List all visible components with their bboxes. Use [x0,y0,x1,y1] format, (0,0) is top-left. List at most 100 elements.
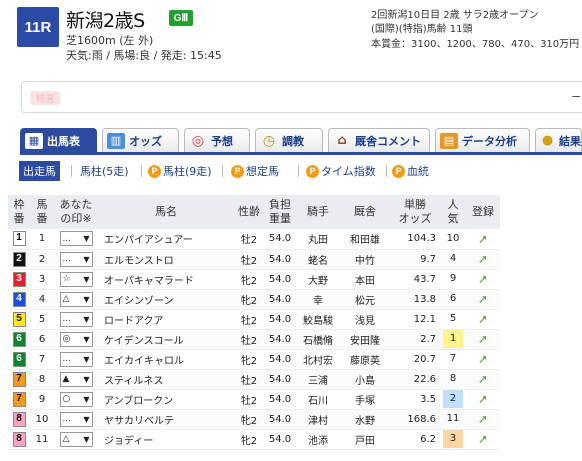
trainer-link[interactable]: 水野 [340,409,390,430]
waku-badge: 3 [12,271,26,287]
mark-dropdown[interactable]: △ ▼ [59,291,93,307]
table-row: 6 6 ◎ ▼ ケイデンスコール 牡2 54.0 石橋脩 安田隆 2.7 1 ➚ [8,329,500,350]
mark-cell: ○ ▼ [54,389,98,410]
register-horse-icon[interactable]: ➚ [478,352,488,366]
trainer-link[interactable]: 本田 [340,269,390,290]
tab-choukyou[interactable]: ◷ 調教 [255,128,323,152]
horse-name-link[interactable]: スティルネス [98,369,234,390]
trainer-link[interactable]: 浅見 [340,309,390,330]
umaban-cell: 11 [30,429,54,450]
register-horse-icon[interactable]: ➚ [478,232,488,246]
trainer-link[interactable]: 和田雄 [340,229,390,250]
register-horse-icon[interactable]: ➚ [478,412,488,426]
weight-cell: 54.0 [264,249,296,270]
jockey-link[interactable]: 石橋脩 [296,329,340,350]
odds-cell: 2.7 [390,329,440,350]
table-row: 7 8 ▲ ▼ スティルネス 牡2 54.0 三浦 小島 22.6 8 ➚ [8,369,500,390]
chart-icon: ▥ [107,132,125,149]
jockey-link[interactable]: 丸田 [296,229,340,250]
mark-dropdown[interactable]: ◎ ▼ [59,331,93,347]
horse-name-link[interactable]: ヤサカリベルテ [98,409,234,430]
horse-name-link[interactable]: エルモンストロ [98,249,234,270]
popularity-cell: 1 [440,329,466,350]
register-cell: ➚ [466,429,500,450]
tab-shutuba[interactable]: ▦ 出馬表 [20,128,97,152]
tab-stable-comment[interactable]: ⌂ 厩舎コメント [328,128,430,152]
waku-cell: 2 [8,249,30,270]
subnav-pedigree[interactable]: P 血統 [392,161,429,181]
subnav-shussouba[interactable]: 出走馬 [19,161,60,181]
jockey-link[interactable]: 三浦 [296,369,340,390]
subnav-umabashira-5[interactable]: 馬柱(5走) [80,161,129,181]
dropdown-arrow-icon: ▼ [83,434,90,444]
jockey-link[interactable]: 津村 [296,409,340,430]
mark-dropdown[interactable]: ... ▼ [59,411,93,427]
popularity-value: 10 [446,232,460,244]
mark-dropdown[interactable]: ○ ▼ [59,391,93,407]
mark-dropdown[interactable]: ... ▼ [59,311,93,327]
subnav-souteiba[interactable]: P 想定馬 [231,161,279,181]
jockey-link[interactable]: 池添 [296,429,340,450]
register-cell: ➚ [466,309,500,330]
mark-dropdown[interactable]: △ ▼ [59,431,93,447]
register-horse-icon[interactable]: ➚ [478,272,488,286]
register-horse-icon[interactable]: ➚ [478,292,488,306]
subnav-time-index[interactable]: P タイム指数 [306,161,376,181]
jockey-link[interactable]: 北村宏 [296,349,340,370]
trainer-link[interactable]: 松元 [340,289,390,310]
trainer-link[interactable]: 小島 [340,369,390,390]
horse-name-link[interactable]: ケイデンスコール [98,329,234,350]
register-horse-icon[interactable]: ➚ [478,432,488,446]
horse-name-link[interactable]: エイシンゾーン [98,289,234,310]
weight-cell: 54.0 [264,429,296,450]
mark-dropdown[interactable]: ☆ ▼ [59,271,93,287]
mark-value: ... [62,314,72,324]
register-horse-icon[interactable]: ➚ [478,312,488,326]
horse-name-link[interactable]: ロードアクア [98,309,234,330]
sex-age-cell: 牡2 [234,229,264,250]
mark-dropdown[interactable]: ... ▼ [59,231,93,247]
table-row: 8 10... ▼ ヤサカリベルテ 牝2 54.0 津村 水野 168.6 11 ➚ [8,409,500,430]
register-horse-icon[interactable]: ➚ [478,392,488,406]
register-horse-icon[interactable]: ➚ [478,332,488,346]
header-sex-age: 性齢 [234,195,264,229]
waku-cell: 1 [8,229,30,250]
mark-dropdown[interactable]: ... ▼ [59,351,93,367]
trainer-link[interactable]: 中竹 [340,249,390,270]
horse-name-link[interactable]: ジョディー [98,429,234,450]
horse-name-link[interactable]: エイカイキャロル [98,349,234,370]
tab-result[interactable]: ● 結果 [535,128,582,152]
jockey-link[interactable]: 石川 [296,389,340,410]
trainer-link[interactable]: 手塚 [340,389,390,410]
subnav-umabashira-9[interactable]: P 馬柱(9走) [148,161,212,181]
tab-odds[interactable]: ▥ オッズ [102,128,179,152]
jockey-link[interactable]: 鮫島駿 [296,309,340,330]
ad-banner[interactable]: 特選 – [21,81,582,113]
umaban-cell: 5 [30,309,54,330]
trainer-link[interactable]: 藤原英 [340,349,390,370]
jockey-link[interactable]: 蛯名 [296,249,340,270]
sex-age-cell: 牡2 [234,389,264,410]
popularity-value: 9 [449,273,457,284]
mark-cell: ... ▼ [54,229,98,250]
horse-name-link[interactable]: アンブロークン [98,389,234,410]
stable-icon: ⌂ [337,133,347,148]
tab-data-analysis[interactable]: ▤ データ分析 [435,128,530,152]
mark-dropdown[interactable]: ... ▼ [59,251,93,267]
mark-value: △ [62,434,70,444]
horse-name-link[interactable]: エンパイアシュアー [98,229,234,250]
race-number-badge: 11R [17,7,59,47]
register-horse-icon[interactable]: ➚ [478,252,488,266]
mark-value: ... [62,233,72,244]
mark-value: △ [62,294,70,304]
mark-dropdown[interactable]: ▲ ▼ [59,371,93,387]
jockey-link[interactable]: 大野 [296,269,340,290]
register-horse-icon[interactable]: ➚ [478,372,488,386]
tab-yosou[interactable]: ◎ 予想 [184,128,250,152]
trainer-link[interactable]: 安田隆 [340,329,390,350]
popularity-cell: 9 [440,269,466,290]
jockey-link[interactable]: 幸 [296,289,340,310]
trainer-link[interactable]: 戸田 [340,429,390,450]
horse-name-link[interactable]: オーパキャマラード [98,269,234,290]
odds-cell: 3.5 [390,389,440,410]
